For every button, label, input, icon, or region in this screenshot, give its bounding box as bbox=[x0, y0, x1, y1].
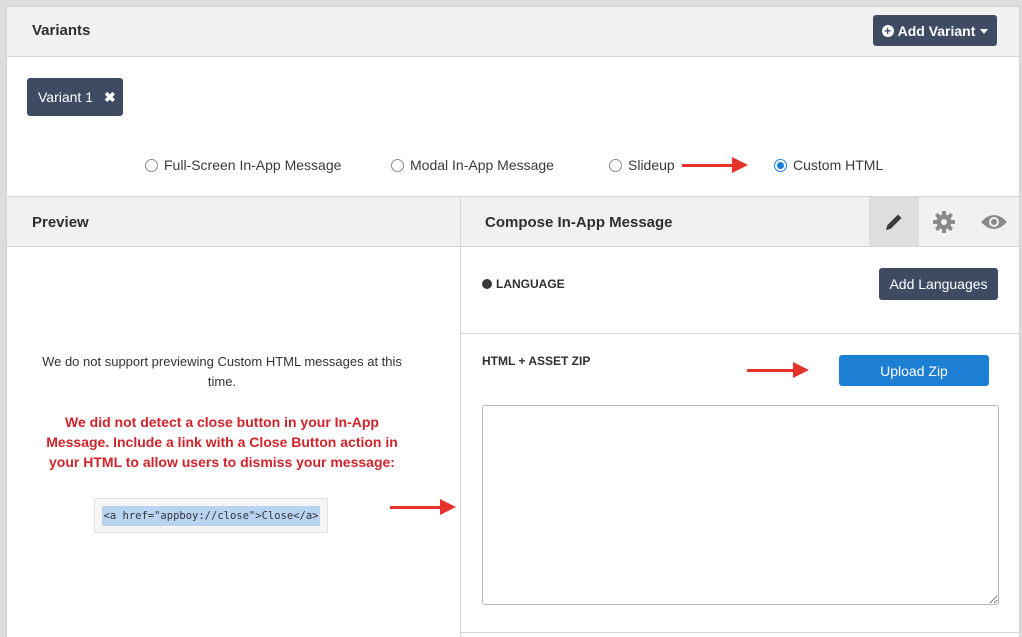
radio-label: Slideup bbox=[628, 157, 675, 173]
preview-pane: We do not support previewing Custom HTML… bbox=[7, 247, 460, 637]
plus-circle-icon: + bbox=[881, 24, 894, 37]
variants-panel: Variants + Add Variant Variant 1 ✖ Full-… bbox=[6, 6, 1020, 637]
radio-label: Modal In-App Message bbox=[410, 157, 554, 173]
radio-full-screen[interactable]: Full-Screen In-App Message bbox=[145, 157, 341, 173]
radio-slideup[interactable]: Slideup bbox=[609, 157, 675, 173]
radio-circle[interactable] bbox=[391, 158, 404, 172]
language-label: LANGUAGE bbox=[482, 277, 565, 291]
html-editor-textarea[interactable] bbox=[482, 405, 999, 605]
radio-circle[interactable] bbox=[145, 158, 158, 172]
radio-label: Full-Screen In-App Message bbox=[164, 157, 342, 173]
preview-tool-button[interactable] bbox=[969, 197, 1019, 246]
compose-title: Compose In-App Message bbox=[485, 214, 673, 231]
upload-zip-button[interactable]: Upload Zip bbox=[839, 355, 989, 386]
radio-circle-checked[interactable] bbox=[774, 158, 787, 172]
gear-icon bbox=[933, 210, 955, 233]
radio-circle[interactable] bbox=[609, 158, 622, 172]
divider bbox=[461, 632, 1019, 633]
close-button-warning: We did not detect a close button in your… bbox=[46, 414, 398, 470]
radio-modal[interactable]: Modal In-App Message bbox=[391, 157, 554, 173]
message-type-selector: Full-Screen In-App Message Modal In-App … bbox=[7, 157, 1019, 175]
close-link-snippet[interactable]: <a href="appboy://close">Close</a> bbox=[101, 505, 321, 526]
globe-icon bbox=[482, 279, 492, 289]
html-asset-zip-label: HTML + ASSET ZIP bbox=[482, 354, 591, 368]
preview-notice: We do not support previewing Custom HTML… bbox=[42, 354, 402, 389]
variant-tab-label: Variant 1 bbox=[38, 89, 93, 105]
eye-icon bbox=[981, 214, 1007, 229]
compose-header: Compose In-App Message bbox=[460, 196, 1019, 247]
annotation-arrow bbox=[747, 362, 809, 378]
compose-pane: LANGUAGE Add Languages HTML + ASSET ZIP … bbox=[460, 247, 1019, 637]
add-variant-button[interactable]: + Add Variant bbox=[873, 15, 997, 46]
variants-header: Variants + Add Variant bbox=[7, 7, 1019, 57]
radio-label: Custom HTML bbox=[793, 157, 884, 173]
page-title: Variants bbox=[32, 22, 91, 39]
add-variant-label: Add Variant bbox=[897, 22, 976, 39]
add-languages-button[interactable]: Add Languages bbox=[879, 268, 998, 300]
variant-tab[interactable]: Variant 1 ✖ bbox=[27, 78, 123, 116]
preview-title: Preview bbox=[32, 214, 89, 231]
radio-custom-html[interactable]: Custom HTML bbox=[774, 157, 883, 173]
annotation-arrow bbox=[682, 157, 748, 173]
caret-down-icon bbox=[980, 29, 989, 34]
settings-tool-button[interactable] bbox=[919, 197, 969, 246]
pencil-icon bbox=[886, 214, 902, 230]
language-row: LANGUAGE Add Languages bbox=[461, 247, 1019, 334]
edit-tool-button[interactable] bbox=[869, 197, 919, 246]
close-icon[interactable]: ✖ bbox=[104, 89, 116, 106]
code-snippet-box: <a href="appboy://close">Close</a> bbox=[94, 498, 328, 533]
annotation-arrow bbox=[390, 499, 456, 515]
preview-header: Preview bbox=[7, 196, 460, 247]
